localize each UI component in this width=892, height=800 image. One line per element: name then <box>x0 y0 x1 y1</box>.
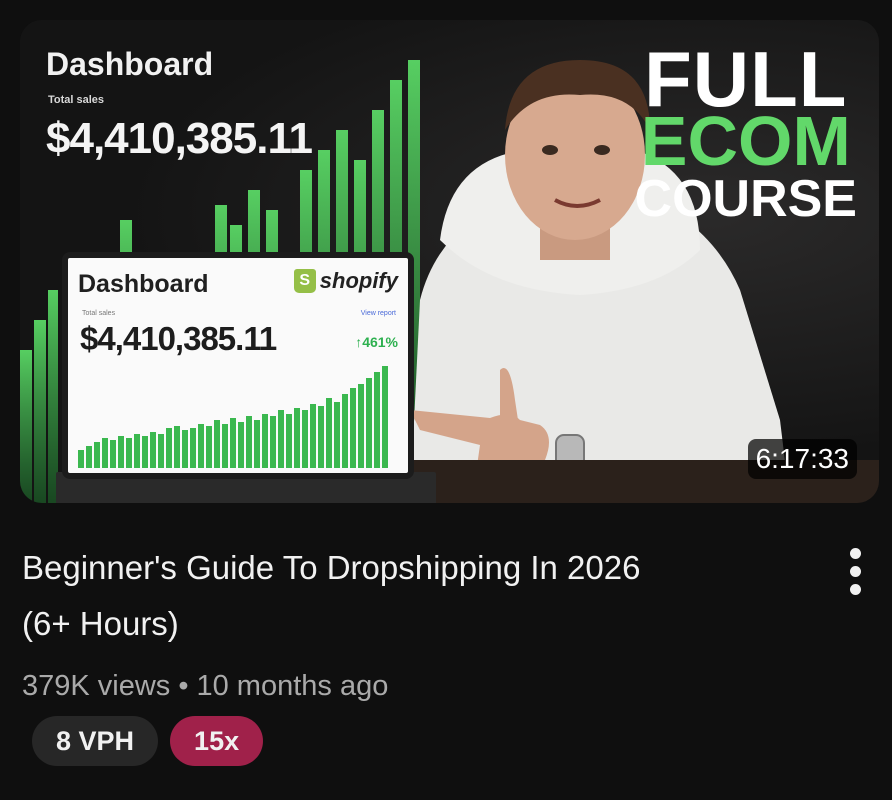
view-count: 379K views <box>22 670 171 702</box>
background-total-sales-label: Total sales <box>48 94 105 106</box>
video-duration-badge: 6:17:33 <box>747 439 857 479</box>
headline-line-3: COURSE <box>634 170 857 228</box>
more-dot <box>850 566 861 577</box>
laptop-dashboard: Dashboard shopify Total sales View repor… <box>62 252 414 479</box>
background-dashboard-title: Dashboard <box>46 46 214 82</box>
laptop-view-report-link: View report <box>360 310 396 317</box>
video-metadata: 379K views • 10 months ago <box>22 670 388 703</box>
multiplier-chip: 15x <box>170 716 264 766</box>
laptop-sales-chart <box>78 366 388 468</box>
shopify-logo: shopify <box>293 268 398 294</box>
video-title-line-1: Beginner's Guide To Dropshipping In 2026 <box>22 549 641 586</box>
video-thumbnail[interactable]: Dashboard Total sales $4,410,385.11 FULL… <box>20 20 879 503</box>
laptop-total-sales-label: Total sales <box>82 310 116 317</box>
stat-chips: 8 VPH 15x <box>32 716 264 766</box>
upload-age: 10 months ago <box>196 670 389 702</box>
laptop-growth-percent: ↑461% <box>355 334 398 350</box>
headline-line-2: ECOM <box>640 102 851 180</box>
meta-separator: • <box>178 670 189 702</box>
shopify-bag-icon <box>293 269 316 293</box>
headline-line-1: FULL <box>644 35 848 123</box>
more-vert-icon[interactable] <box>838 544 874 600</box>
shopify-brand-text: shopify <box>319 268 398 293</box>
more-dot <box>850 548 861 559</box>
video-title[interactable]: Beginner's Guide To Dropshipping In 2026… <box>22 540 802 652</box>
vph-chip: 8 VPH <box>32 716 159 766</box>
more-dot <box>850 584 861 595</box>
video-card[interactable]: Dashboard Total sales $4,410,385.11 FULL… <box>0 0 892 800</box>
video-title-line-2: (6+ Hours) <box>22 605 179 642</box>
laptop-sales-amount: $4,410,385.11 <box>80 320 277 357</box>
thumbnail-headline: FULL ECOM COURSE <box>634 35 857 228</box>
laptop-dashboard-title: Dashboard <box>78 270 209 298</box>
background-sales-amount: $4,410,385.11 <box>46 114 313 163</box>
